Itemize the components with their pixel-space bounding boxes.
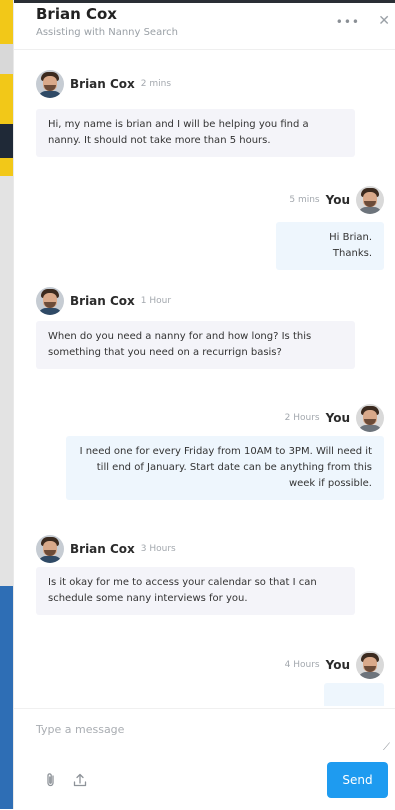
message-header: Brian Cox 3 Hours [36,535,176,563]
sender-name: You [325,411,350,425]
message-header: Brian Cox 2 mins [36,70,171,98]
sender-name: You [325,658,350,672]
more-horizontal-icon[interactable]: ••• [336,15,360,29]
message-header: 5 mins You [289,186,384,214]
message-header: 2 Hours You [285,404,384,432]
message-bubble-incoming: Is it okay for me to access your calenda… [36,567,355,615]
avatar [356,404,384,432]
background-block-gray [0,176,13,586]
close-icon[interactable]: ✕ [378,13,390,29]
sender-name: Brian Cox [70,77,135,91]
chat-panel: Brian Cox Assisting with Nanny Search ••… [13,0,395,809]
message-header: Brian Cox 1 Hour [36,287,171,315]
message-list[interactable]: Brian Cox 2 mins Hi, my name is brian an… [14,50,395,706]
avatar [36,535,64,563]
message-time: 5 mins [289,195,320,205]
message-header: 4 Hours You [285,651,384,679]
background-block-blue [0,586,13,809]
sender-name: Brian Cox [70,294,135,308]
message-time: 4 Hours [284,660,320,670]
avatar [356,186,384,214]
background-block-dark [0,124,13,158]
message-bubble-outgoing [324,683,384,706]
send-button[interactable]: Send [327,762,388,798]
upload-icon[interactable] [72,772,88,788]
resize-handle-icon[interactable]: ⟋ [383,742,390,753]
message-bubble-incoming: Hi, my name is brian and I will be helpi… [36,109,355,157]
avatar [36,287,64,315]
message-time: 1 Hour [140,296,172,306]
paperclip-icon[interactable] [44,772,58,788]
message-bubble-outgoing: I need one for every Friday from 10AM to… [66,436,384,500]
message-input[interactable] [34,721,390,759]
message-time: 2 mins [140,79,172,89]
message-bubble-outgoing: Hi Brian. Thanks. [276,222,384,270]
message-time: 3 Hours [140,544,176,554]
chat-header: Brian Cox Assisting with Nanny Search ••… [14,3,395,50]
avatar [356,651,384,679]
sender-name: You [325,193,350,207]
header-subtitle: Assisting with Nanny Search [36,27,178,38]
message-composer: ⟋ Send [14,708,395,810]
message-bubble-incoming: When do you need a nanny for and how lon… [36,321,355,369]
avatar [36,70,64,98]
background-thumbnail [0,44,13,74]
message-time: 2 Hours [284,413,320,423]
header-contact-name: Brian Cox [36,5,117,23]
sender-name: Brian Cox [70,542,135,556]
background-strip [0,0,13,809]
